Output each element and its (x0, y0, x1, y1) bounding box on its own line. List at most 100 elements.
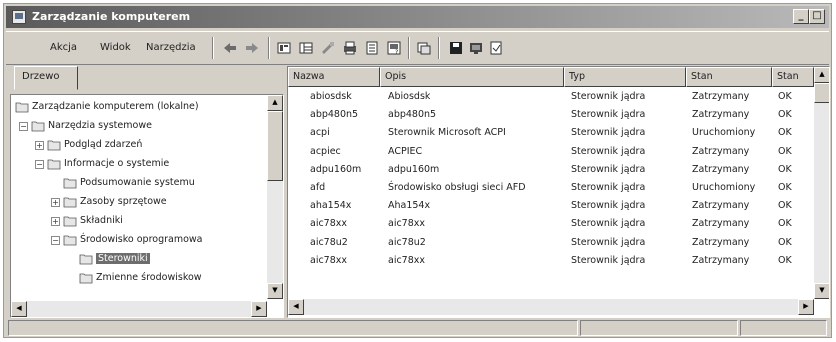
menu-widok[interactable]: Widok (100, 42, 131, 53)
toolbar-separator (408, 37, 410, 59)
scroll-left-button[interactable]: ◀ (288, 299, 304, 315)
tree-item[interactable]: Narzędzia systemowe (48, 118, 152, 134)
scroll-thumb[interactable] (267, 111, 283, 181)
cell-opis: abp480n5 (388, 109, 437, 121)
cell-opis: adpu160m (388, 163, 440, 175)
folder-icon (63, 215, 77, 227)
cell-stan-2: OK (778, 182, 792, 193)
tree-expander[interactable]: − (35, 160, 44, 169)
monitor-icon[interactable] (486, 38, 506, 58)
forward-arrow-icon[interactable] (242, 38, 262, 58)
tree-expander[interactable]: − (19, 122, 28, 131)
tree-expander[interactable]: + (51, 198, 60, 207)
scroll-down-button[interactable]: ▼ (267, 283, 283, 299)
up-folder-icon[interactable] (274, 38, 294, 58)
tree-expander[interactable]: + (35, 141, 44, 150)
console-icon[interactable] (446, 38, 466, 58)
cell-typ: Sterownik jądra (571, 236, 646, 248)
cell-typ: Sterownik jądra (571, 127, 646, 139)
table-row[interactable]: acpiec ACPIEC Sterownik jądra Zatrzymany OK (288, 144, 814, 160)
scroll-up-button[interactable]: ▲ (267, 95, 283, 111)
properties-icon[interactable] (318, 38, 338, 58)
cell-stan-2: OK (778, 218, 792, 230)
refresh-icon[interactable] (414, 38, 434, 58)
list-horizontal-scrollbar[interactable]: ◀ ▶ (288, 299, 814, 315)
menu-narzedzia[interactable]: Narzędzia (146, 42, 196, 53)
cell-nazwa: abiosdsk (310, 91, 352, 102)
tree-item-label: Zarządzanie komputerem (lokalne) (32, 101, 199, 112)
toolbar-separator (212, 37, 214, 59)
tree-vertical-scrollbar[interactable]: ▲ ▼ (267, 95, 283, 299)
scroll-down-button[interactable]: ▼ (814, 283, 829, 299)
tree-item[interactable]: Informacje o systemie (64, 156, 169, 172)
cell-nazwa: aic78xx (310, 218, 348, 230)
cell-opis: aic78u2 (388, 236, 426, 248)
system-info-icon (47, 158, 61, 170)
cell-stan: Zatrzymany (692, 145, 750, 157)
table-row[interactable]: abiosdsk Abiosdsk Sterownik jądra Zatrzyman… (288, 89, 814, 105)
tree-horizontal-scrollbar[interactable]: ◀ ▶ (11, 301, 267, 317)
scroll-right-button[interactable]: ▶ (798, 299, 814, 315)
table-row[interactable]: afd Środowisko obsługi sieci AFD Sterownik… (288, 180, 814, 196)
print-icon[interactable] (340, 38, 360, 58)
tab-drzewo[interactable]: Drzewo (14, 66, 78, 90)
status-bar (6, 320, 829, 336)
tree-item[interactable]: Składniki (80, 213, 123, 229)
left-pane: Drzewo Zarządzanie komputerem (lokalne) −… (8, 66, 284, 318)
tree-item[interactable]: Zasoby sprzętowe (80, 194, 167, 210)
table-row[interactable]: abp480n5 abp480n5 Sterownik jądra Zatrzyman… (288, 107, 814, 123)
scroll-left-button[interactable]: ◀ (11, 301, 27, 317)
cell-opis: ACPIEC (388, 145, 423, 157)
table-row[interactable]: adpu160m adpu160m Sterownik jądra Zatrzyman… (288, 162, 814, 178)
table-row[interactable]: aha154x Aha154x Sterownik jądra Zatrzymany O… (288, 198, 814, 214)
table-row[interactable]: aic78u2 aic78u2 Sterownik jądra Zatrzymany O… (288, 235, 814, 251)
connect-icon[interactable] (466, 38, 486, 58)
scroll-thumb[interactable] (814, 83, 829, 103)
column-header-nazwa[interactable]: Nazwa (288, 67, 380, 87)
tree-item-label: Środowisko oprogramowa (80, 234, 203, 245)
tree-item[interactable]: Zarządzanie komputerem (lokalne) (32, 99, 199, 115)
cell-typ: Sterownik jądra (571, 163, 646, 175)
back-arrow-icon[interactable] (220, 38, 240, 58)
tree-item[interactable]: Środowisko oprogramowa (80, 232, 203, 248)
computer-management-icon (12, 10, 26, 24)
drivers-list-view: Nazwa Opis Typ Stan Stan abiosdsk Abiosds… (287, 66, 830, 318)
console-tree: Zarządzanie komputerem (lokalne) − Narzędz… (10, 94, 284, 318)
export-list-icon[interactable] (362, 38, 382, 58)
minimize-button[interactable]: _ (793, 9, 809, 24)
tree-item[interactable]: Podgląd zdarzeń (64, 137, 142, 153)
tree-expander[interactable]: + (51, 217, 60, 226)
cell-opis: aic78xx (388, 254, 426, 266)
table-row[interactable]: acpi Sterownik Microsoft ACPI Sterownik ją… (288, 125, 814, 141)
cell-stan: Zatrzymany (692, 218, 750, 230)
tree-expander[interactable]: − (51, 236, 60, 245)
column-header-opis[interactable]: Opis (380, 67, 564, 87)
tree-item[interactable]: Sterowniki (96, 251, 150, 267)
tree-item[interactable]: Podsumowanie systemu (80, 175, 195, 191)
column-header-stan-2[interactable]: Stan (772, 67, 814, 87)
table-row[interactable]: aic78xx aic78xx Sterownik jądra Zatrzymany O… (288, 253, 814, 269)
column-header-typ[interactable]: Typ (564, 67, 686, 87)
computer-icon (15, 101, 29, 113)
folder-icon (63, 177, 77, 189)
tree-item[interactable]: Zmienne środowiskow (96, 270, 202, 286)
cell-opis: Aha154x (388, 200, 431, 212)
cell-stan-2: OK (778, 163, 792, 175)
cell-stan-2: OK (778, 200, 792, 212)
window-title: Zarządzanie komputerem (32, 10, 191, 23)
svg-text:?: ? (395, 49, 398, 56)
maximize-button[interactable]: □ (809, 9, 825, 24)
help-icon[interactable]: ? (384, 38, 404, 58)
title-bar[interactable]: Zarządzanie komputerem _ □ (6, 6, 829, 28)
scroll-up-button[interactable]: ▲ (814, 67, 829, 83)
menu-akcja[interactable]: Akcja (50, 42, 77, 53)
cell-stan: Zatrzymany (692, 163, 750, 175)
scroll-right-button[interactable]: ▶ (251, 301, 267, 317)
list-vertical-scrollbar[interactable]: ▲ ▼ (814, 67, 829, 299)
show-tree-icon[interactable] (296, 38, 316, 58)
status-pane (580, 320, 738, 336)
table-row[interactable]: aic78xx aic78xx Sterownik jądra Zatrzymany O… (288, 216, 814, 232)
cell-stan: Zatrzymany (692, 109, 750, 121)
cell-opis: aic78xx (388, 218, 426, 230)
column-header-stan[interactable]: Stan (686, 67, 772, 87)
